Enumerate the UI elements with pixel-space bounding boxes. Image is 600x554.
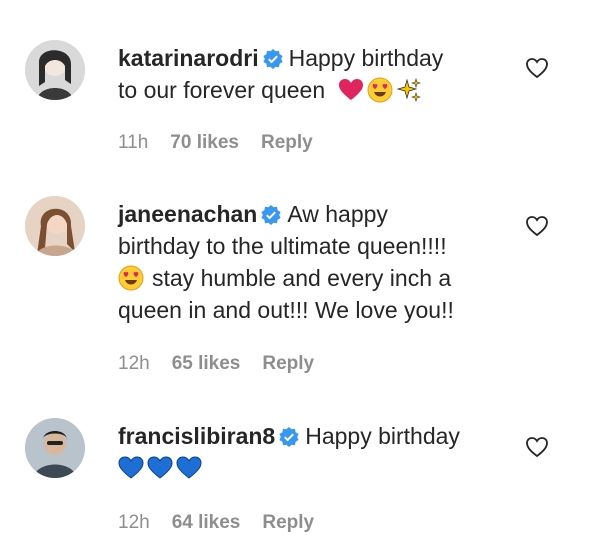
username[interactable]: katarinarodri xyxy=(118,45,259,71)
comment-text: Happy birthday xyxy=(305,423,460,449)
comment-meta: 12h 65 likes Reply xyxy=(118,353,314,375)
comment-text: birthday to the ultimate queen!!!! xyxy=(118,233,447,259)
verified-badge-icon xyxy=(279,427,299,447)
comment-meta: 11h 70 likes Reply xyxy=(118,132,313,154)
verified-badge-icon xyxy=(263,49,283,69)
blue-heart-emoji-icon xyxy=(147,455,173,481)
sparkles-emoji-icon xyxy=(396,77,422,103)
comment-text: queen in and out!!! We love you!! xyxy=(118,297,454,323)
reply-button[interactable]: Reply xyxy=(261,132,313,154)
comment-meta: 12h 64 likes Reply xyxy=(118,512,314,534)
reply-button[interactable]: Reply xyxy=(262,512,314,534)
username[interactable]: janeenachan xyxy=(118,201,257,227)
likes-count[interactable]: 65 likes xyxy=(172,353,241,375)
comment-text: Happy birthday xyxy=(288,45,444,71)
blue-heart-emoji-icon xyxy=(118,455,144,481)
timestamp[interactable]: 11h xyxy=(118,132,148,154)
like-heart-icon[interactable] xyxy=(525,214,549,238)
comment-body: francislibiran8 Happy birthday xyxy=(118,420,518,484)
reply-button[interactable]: Reply xyxy=(262,353,314,375)
red-heart-emoji-icon xyxy=(338,77,364,103)
heart-eyes-emoji-icon xyxy=(367,77,393,103)
comment-text: stay humble and every inch a xyxy=(152,265,452,291)
likes-count[interactable]: 70 likes xyxy=(170,132,239,154)
comment-text: to our forever queen xyxy=(118,77,326,103)
avatar[interactable] xyxy=(25,196,85,256)
verified-badge-icon xyxy=(261,205,281,225)
like-heart-icon[interactable] xyxy=(525,56,549,80)
likes-count[interactable]: 64 likes xyxy=(172,512,241,534)
avatar[interactable] xyxy=(25,418,85,478)
like-heart-icon[interactable] xyxy=(525,435,549,459)
heart-eyes-emoji-icon xyxy=(118,265,144,291)
avatar[interactable] xyxy=(25,40,85,100)
username[interactable]: francislibiran8 xyxy=(118,423,275,449)
timestamp[interactable]: 12h xyxy=(118,512,150,534)
comment-text: Aw happy xyxy=(287,201,388,227)
blue-heart-emoji-icon xyxy=(176,455,202,481)
timestamp[interactable]: 12h xyxy=(118,353,150,375)
comment-body: janeenachan Aw happy birthday to the ulti… xyxy=(118,198,518,326)
comment-body: katarinarodri Happy birthday to our forev… xyxy=(118,42,518,106)
